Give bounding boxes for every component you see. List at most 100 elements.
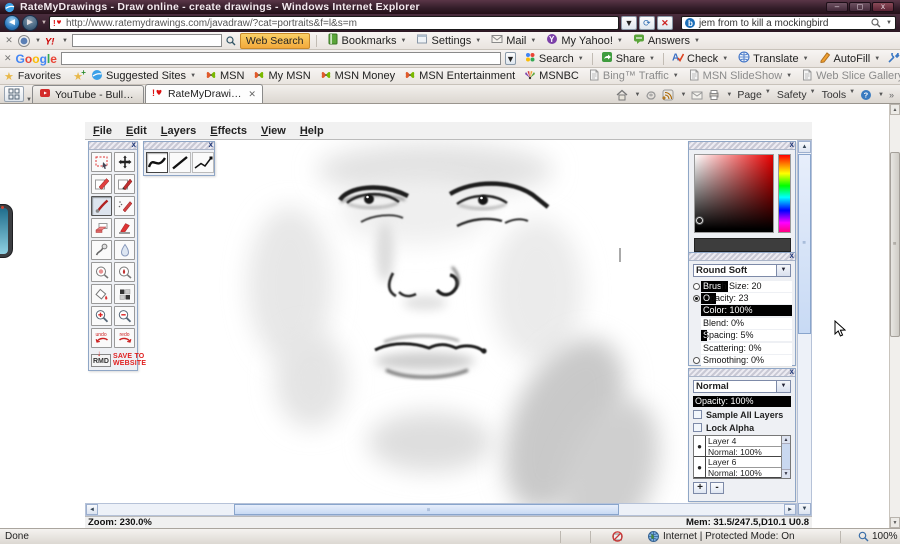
tab-2[interactable]: !RateMyDrawings - Dra...✕: [145, 84, 263, 103]
layer-row[interactable]: ●Layer 4Normal: 100%: [694, 436, 781, 457]
toolbar-close-icon[interactable]: ✕: [4, 53, 12, 64]
search-magnifier-icon[interactable]: [871, 18, 881, 28]
tool-fill-button[interactable]: [91, 284, 112, 304]
search-options-caret-icon[interactable]: ▼: [886, 20, 892, 26]
caret-down-icon[interactable]: ▼: [649, 56, 655, 62]
scroll-thumb[interactable]: ≡: [234, 504, 619, 515]
google-input-caret-icon[interactable]: ▼: [505, 52, 516, 65]
tool-brush-button[interactable]: [91, 196, 112, 216]
web-search-button[interactable]: Web Search: [240, 33, 310, 49]
command-safety-button[interactable]: Safety: [777, 89, 807, 101]
home-icon[interactable]: [616, 89, 628, 101]
tool-undo-button[interactable]: undo: [91, 328, 112, 348]
tool-eraser-button[interactable]: [91, 218, 112, 238]
caret-down-icon[interactable]: ▼: [62, 38, 68, 44]
page-vertical-scrollbar[interactable]: ▲ ≡ ▼: [889, 104, 900, 528]
color-cursor[interactable]: [696, 217, 703, 224]
maximize-button[interactable]: ◻: [849, 2, 871, 12]
favorites-item-web-slice-gallery[interactable]: Web Slice Gallery▼: [797, 68, 900, 85]
menu-layers[interactable]: Layers: [161, 125, 197, 137]
tool-marker-button[interactable]: [114, 218, 135, 238]
palette-title-bar[interactable]: x: [689, 369, 795, 377]
palette-close-icon[interactable]: x: [209, 140, 213, 150]
saturation-value-square[interactable]: [694, 154, 774, 233]
canvas-horizontal-scrollbar[interactable]: ◄ ≡ ►: [85, 503, 797, 516]
palette-title-bar[interactable]: x: [89, 142, 137, 150]
caret-down-icon[interactable]: ▼: [786, 73, 792, 79]
caret-down-icon[interactable]: ▼: [726, 92, 732, 98]
edge-gadget-handle[interactable]: [0, 204, 13, 258]
caret-down-icon[interactable]: ▼: [765, 89, 771, 101]
google-item-share[interactable]: Share▼: [597, 50, 659, 67]
caret-down-icon[interactable]: ▼: [722, 56, 728, 62]
current-color-swatch[interactable]: [694, 238, 791, 252]
checkbox-row-lock-alpha[interactable]: Lock Alpha: [689, 421, 795, 434]
menu-file[interactable]: File: [93, 125, 112, 137]
scroll-thumb[interactable]: [782, 444, 790, 470]
blend-mode-dropdown[interactable]: Normal ▼: [693, 380, 791, 393]
zoom-control[interactable]: 100% ▼: [858, 531, 900, 542]
yahoo-item-my-yahoo-[interactable]: YMy Yahoo!▼: [542, 32, 627, 49]
yahoo-item-settings[interactable]: Settings▼: [412, 32, 485, 49]
layer-list-scrollbar[interactable]: ▲ ▼: [781, 436, 790, 478]
address-bar[interactable]: ! http://www.ratemydrawings.com/javadraw…: [49, 16, 619, 30]
layer-visibility-icon[interactable]: ●: [694, 436, 706, 456]
palette-title-bar[interactable]: x: [689, 142, 795, 150]
scroll-down-icon[interactable]: ▼: [890, 517, 900, 528]
slider-radio[interactable]: [693, 283, 700, 290]
layer-opacity-slider[interactable]: Opacity: 100%Opacity: 100%: [693, 396, 791, 407]
favorites-item-suggested-sites[interactable]: Suggested Sites▼: [87, 68, 200, 85]
favorites-button[interactable]: Favorites: [18, 70, 61, 82]
tool-blur-button[interactable]: [114, 240, 135, 260]
slider-opacity[interactable]: Opacity: 23Opacity: 23: [701, 293, 792, 304]
caret-down-icon[interactable]: ▼: [874, 56, 880, 62]
search-query[interactable]: jem from to kill a mockingbird: [699, 18, 867, 29]
close-button[interactable]: x: [872, 2, 894, 12]
caret-down-icon[interactable]: ▼: [475, 38, 481, 44]
menu-effects[interactable]: Effects: [210, 125, 247, 137]
stroke-mode-curve-button[interactable]: [146, 152, 168, 173]
tool-smudge-button[interactable]: [91, 240, 112, 260]
slider-scattering[interactable]: Scattering: 0%Scattering: 0%: [701, 343, 792, 354]
dropdown-caret-icon[interactable]: ▼: [777, 264, 791, 277]
caret-down-icon[interactable]: ▼: [673, 73, 679, 79]
favorites-item-bing-traffic[interactable]: Bing™ Traffic▼: [584, 68, 683, 85]
caret-down-icon[interactable]: ▼: [680, 92, 686, 98]
caret-down-icon[interactable]: ▼: [810, 89, 816, 101]
caret-down-icon[interactable]: ▼: [634, 92, 640, 98]
google-item-search[interactable]: Search▼: [520, 50, 588, 67]
compatibility-view-icon[interactable]: [645, 89, 657, 101]
read-mail-icon[interactable]: [691, 89, 703, 101]
favorites-star-icon[interactable]: ★: [4, 70, 14, 83]
slider-color[interactable]: Color: 100%Color: 100%: [701, 305, 792, 316]
add-favorite-icon[interactable]: ★+: [73, 70, 83, 83]
palette-close-icon[interactable]: x: [132, 140, 136, 150]
caret-down-icon[interactable]: ▼: [849, 89, 855, 101]
tools-blue-icon[interactable]: [888, 53, 900, 65]
overflow-chevron-icon[interactable]: »: [889, 90, 894, 100]
tool-pen-button[interactable]: [114, 174, 135, 194]
slider-brush-size[interactable]: Brush Size: 20Brush Size: 20: [701, 281, 792, 292]
dropdown-caret-icon[interactable]: ▼: [777, 380, 791, 393]
tool-zoom-in-button[interactable]: [91, 306, 112, 326]
back-button[interactable]: ◄: [4, 15, 20, 31]
hue-bar[interactable]: [778, 154, 791, 233]
tool-move-button[interactable]: [114, 152, 135, 172]
help-icon[interactable]: ?: [860, 89, 872, 101]
scroll-down-icon[interactable]: ▼: [798, 503, 811, 515]
command-page-button[interactable]: Page: [737, 89, 762, 101]
feeds-icon[interactable]: [662, 89, 674, 101]
caret-down-icon[interactable]: ▼: [35, 38, 41, 44]
scroll-left-icon[interactable]: ◄: [86, 504, 98, 515]
layer-row[interactable]: ●Layer 6Normal: 100%: [694, 457, 781, 478]
tool-burn-button[interactable]: [114, 262, 135, 282]
checkbox[interactable]: [693, 423, 702, 432]
slider-spacing[interactable]: Spacing: 5%Spacing: 5%: [701, 330, 792, 341]
yahoo-item-answers[interactable]: Answers▼: [629, 32, 704, 49]
menu-help[interactable]: Help: [300, 125, 324, 137]
checkbox-row-sample-all-layers[interactable]: Sample All Layers: [689, 408, 795, 421]
scroll-thumb[interactable]: ≡: [798, 154, 811, 334]
menu-edit[interactable]: Edit: [126, 125, 147, 137]
yahoo-y-icon[interactable]: Y!: [45, 35, 57, 47]
brush-preset-dropdown[interactable]: Round Soft ▼: [693, 264, 791, 277]
